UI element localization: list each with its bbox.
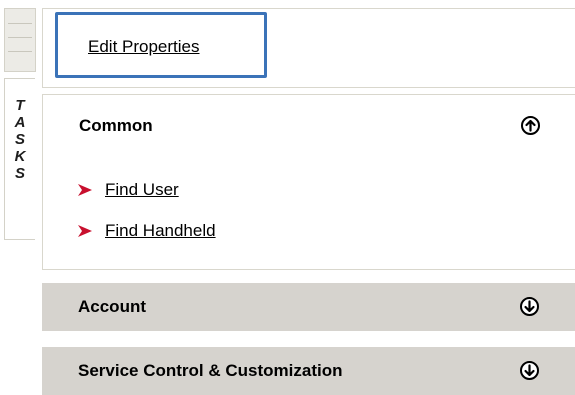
- red-arrow-bullet-icon: [78, 225, 92, 237]
- service-control-section-header[interactable]: Service Control & Customization: [42, 347, 575, 395]
- circle-down-arrow-icon[interactable]: [520, 297, 539, 316]
- find-handheld-link[interactable]: Find Handheld: [105, 221, 216, 241]
- account-section-header[interactable]: Account: [42, 283, 575, 331]
- left-rail: T A S K S: [0, 0, 38, 395]
- edit-properties-link[interactable]: Edit Properties: [88, 37, 200, 57]
- account-section-title: Account: [78, 297, 146, 316]
- service-control-section-title: Service Control & Customization: [78, 361, 343, 380]
- tasks-tab-label: T A S K S: [14, 97, 26, 182]
- circle-down-arrow-icon[interactable]: [520, 361, 539, 380]
- find-user-link[interactable]: Find User: [105, 180, 179, 200]
- tasks-tab[interactable]: T A S K S: [4, 78, 35, 240]
- circle-up-arrow-icon[interactable]: [521, 116, 540, 135]
- rail-header-block: [4, 8, 36, 72]
- common-section: Common Find User Find Handheld: [42, 94, 575, 270]
- common-section-title: Common: [79, 116, 153, 135]
- red-arrow-bullet-icon: [78, 184, 92, 196]
